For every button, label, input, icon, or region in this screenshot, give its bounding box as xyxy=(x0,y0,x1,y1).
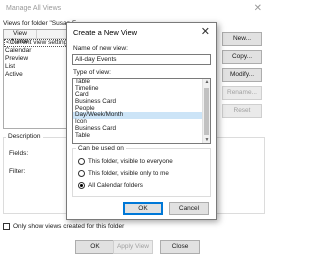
visible-only-me-label: This folder, visible only to me xyxy=(88,170,169,177)
view-row-preview[interactable]: Preview xyxy=(4,55,70,63)
radio-row-visible-only-me[interactable]: This folder, visible only to me xyxy=(78,170,169,177)
scroll-down-arrow-icon[interactable]: ▼ xyxy=(204,137,210,143)
view-type-scrollbar[interactable]: ▲ ▼ xyxy=(202,79,210,143)
view-type-list[interactable]: Table Timeline Card Business Card People… xyxy=(72,78,211,144)
view-row-list[interactable]: List xyxy=(4,63,70,71)
only-show-views-checkbox[interactable] xyxy=(3,223,10,230)
view-name-input[interactable]: All-day Events xyxy=(72,54,211,65)
only-show-views-checkbox-row[interactable]: Only show views created for this folder xyxy=(3,223,124,230)
dialog-ok-button[interactable]: OK xyxy=(123,202,163,215)
all-calendar-folders-radio[interactable] xyxy=(78,182,85,189)
view-name-column-header[interactable]: View Name xyxy=(4,30,37,45)
scrollbar-thumb[interactable] xyxy=(204,88,209,135)
dialog-titlebar: Create a New View ✕ xyxy=(67,23,216,42)
reset-view-button[interactable]: Reset xyxy=(222,104,262,118)
visible-everyone-label: This folder, visible to everyone xyxy=(88,158,173,165)
view-type-item-business-card-2[interactable]: Business Card xyxy=(73,125,202,133)
rename-view-button[interactable]: Rename... xyxy=(222,86,262,100)
scroll-up-arrow-icon[interactable]: ▲ xyxy=(204,79,210,85)
apply-view-button[interactable]: Apply View xyxy=(113,240,153,254)
view-type-item-timeline[interactable]: Timeline xyxy=(73,85,202,93)
radio-row-all-calendar-folders[interactable]: All Calendar folders xyxy=(78,182,143,189)
fields-label: Fields: xyxy=(9,150,29,157)
new-view-button[interactable]: New... xyxy=(222,32,262,46)
visible-everyone-radio[interactable] xyxy=(78,158,85,165)
modify-view-button[interactable]: Modify... xyxy=(222,68,262,82)
can-be-used-on-group: Can be used on This folder, visible to e… xyxy=(72,145,211,197)
view-type-label: Type of view: xyxy=(73,69,111,76)
all-calendar-folders-label: All Calendar folders xyxy=(88,182,143,189)
view-row-calendar[interactable]: Calendar xyxy=(4,47,70,55)
view-type-items: Table Timeline Card Business Card People… xyxy=(73,79,202,139)
view-name-label: Name of new view: xyxy=(73,45,128,52)
only-show-views-label: Only show views created for this folder xyxy=(13,223,125,230)
background-titlebar: Manage All Views ✕ xyxy=(0,0,270,20)
description-label: Description xyxy=(6,133,43,140)
view-type-item-table-2[interactable]: Table xyxy=(73,132,202,140)
views-list-header: View Name xyxy=(4,30,70,45)
visible-only-me-radio[interactable] xyxy=(78,170,85,177)
close-button[interactable]: Close xyxy=(160,240,200,254)
view-type-item-day-week-month[interactable]: Day/Week/Month xyxy=(73,112,202,120)
can-be-used-on-label: Can be used on xyxy=(76,145,126,152)
background-close-icon[interactable]: ✕ xyxy=(254,3,262,14)
background-ok-button[interactable]: OK xyxy=(75,240,115,254)
filter-label: Filter: xyxy=(9,168,26,175)
copy-view-button[interactable]: Copy... xyxy=(222,50,262,64)
radio-row-visible-everyone[interactable]: This folder, visible to everyone xyxy=(78,158,173,165)
view-row-current-settings[interactable]: <Current view settings> xyxy=(4,39,70,47)
background-dialog-title: Manage All Views xyxy=(6,5,62,12)
dialog-title: Create a New View xyxy=(73,28,138,37)
view-row-active[interactable]: Active xyxy=(4,71,70,79)
create-new-view-dialog: Create a New View ✕ Name of new view: Al… xyxy=(66,22,217,220)
views-list[interactable]: View Name <Current view settings> Calend… xyxy=(3,29,71,129)
dialog-cancel-button[interactable]: Cancel xyxy=(169,202,209,215)
dialog-close-icon[interactable]: ✕ xyxy=(201,25,210,38)
